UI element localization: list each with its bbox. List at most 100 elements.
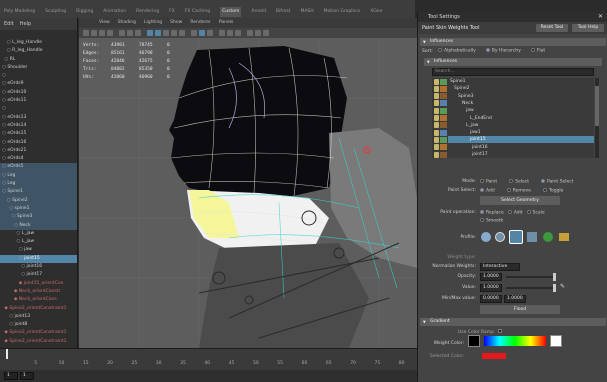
outliner-item[interactable]: ○: [0, 72, 77, 80]
mode-paint-select-radio[interactable]: Paint Select: [541, 179, 573, 185]
outliner-item[interactable]: ○ eOrds9: [0, 80, 77, 88]
outliner-item[interactable]: ○: [0, 105, 77, 113]
lock-icon[interactable]: [434, 78, 439, 85]
mode-paint-radio[interactable]: Paint: [480, 179, 497, 185]
custom-brush-icon[interactable]: [543, 232, 553, 242]
sort-alphabetically-radio[interactable]: Alphabetically: [438, 48, 476, 54]
normalize-weights-select[interactable]: Interactive: [480, 263, 520, 271]
lock-camera-icon[interactable]: [91, 30, 97, 36]
outliner-item[interactable]: ○ eOrds5: [0, 163, 77, 172]
paint-op-replace-radio[interactable]: Replace: [480, 210, 504, 216]
mode-select-radio[interactable]: Select: [509, 179, 529, 185]
flood-button[interactable]: Flood: [480, 305, 560, 314]
lock-icon[interactable]: [434, 122, 439, 129]
outliner-item[interactable]: ◆ Spine2_orientConstraint1: [0, 329, 77, 337]
shelf-tab-arnold[interactable]: Arnold: [251, 7, 266, 17]
influence-color-swatch[interactable]: [440, 144, 447, 151]
influence-color-swatch[interactable]: [440, 107, 447, 114]
color-mgmt-icon[interactable]: [263, 30, 269, 36]
viewport-menu-renderer[interactable]: Renderer: [190, 20, 211, 26]
outliner-item[interactable]: ○ L_jaw: [0, 238, 77, 246]
outliner-item[interactable]: ◆ joint15_orientCon: [0, 280, 77, 288]
exposure-icon[interactable]: [255, 30, 261, 36]
min-value-field[interactable]: 0.0000: [480, 295, 502, 303]
outliner-item[interactable]: ○ joint17: [0, 271, 77, 279]
influence-color-swatch[interactable]: [440, 100, 447, 107]
outliner-item[interactable]: ○ Spine3: [0, 213, 77, 222]
shelf-tab-mash[interactable]: MASH: [300, 7, 313, 17]
outliner-item[interactable]: ○ joint15: [0, 254, 77, 264]
playback-start-field[interactable]: 1: [20, 372, 34, 380]
radio-button[interactable]: [530, 48, 535, 52]
outliner-item[interactable]: ○ eOrds16: [0, 139, 77, 147]
influence-color-swatch[interactable]: [440, 136, 447, 143]
viewport-menu-panels[interactable]: Panels: [219, 20, 233, 26]
gradient-section-header[interactable]: Gradient: [420, 318, 606, 326]
reset-tool-button[interactable]: Reset Tool: [536, 24, 568, 32]
shelf-tab-sculpting[interactable]: Sculpting: [45, 7, 66, 17]
radio-button[interactable]: [480, 210, 484, 214]
opacity-slider-knob[interactable]: [553, 273, 556, 281]
outliner-item[interactable]: ○ Neck: [0, 221, 77, 230]
lock-icon[interactable]: [434, 85, 439, 92]
value-field[interactable]: 1.0000: [480, 284, 502, 292]
start-frame-field[interactable]: 1: [4, 372, 18, 380]
radio-button[interactable]: [438, 48, 442, 52]
current-time-marker[interactable]: [6, 349, 8, 359]
outliner-item[interactable]: ○ Spine2: [0, 196, 77, 205]
select-camera-icon[interactable]: [83, 30, 89, 36]
influence-item[interactable]: L_jaw: [448, 122, 594, 129]
weight-color-ramp[interactable]: [484, 336, 546, 346]
influence-item[interactable]: jaw1: [448, 129, 594, 136]
outliner-item[interactable]: ○ joint8: [0, 321, 77, 329]
motion-blur-icon[interactable]: [235, 30, 241, 36]
influence-item[interactable]: L_EndEnd: [448, 115, 594, 122]
tool-help-button[interactable]: Tool Help: [572, 24, 604, 32]
shelf-tab-bifrost[interactable]: Bifrost: [276, 7, 291, 17]
outliner-item[interactable]: ○ eOrds4: [0, 155, 77, 163]
grid-icon[interactable]: [119, 30, 125, 36]
radio-button[interactable]: [480, 179, 484, 183]
outliner-item[interactable]: ○ eOrds11: [0, 97, 77, 105]
film-gate-icon[interactable]: [127, 30, 133, 36]
outliner-menu-edit[interactable]: Edit: [4, 21, 14, 27]
influence-color-swatch[interactable]: [440, 129, 447, 136]
outliner-item[interactable]: ○ eOrds14: [0, 122, 77, 130]
influence-item[interactable]: Neck: [448, 100, 594, 107]
outliner-item[interactable]: ◆ Spine2_orientConstraint1: [0, 305, 77, 313]
outliner-item[interactable]: ○ Spine1: [0, 188, 77, 197]
soft-brush-icon[interactable]: [495, 232, 505, 242]
close-icon[interactable]: ✕: [598, 13, 603, 20]
xray-joints-icon[interactable]: [199, 30, 205, 36]
influence-color-swatch[interactable]: [440, 122, 447, 129]
radio-button[interactable]: [526, 210, 531, 214]
viewport-menu-view[interactable]: View: [99, 20, 110, 26]
outliner-item[interactable]: ○ jaw: [0, 246, 77, 254]
outliner-item[interactable]: ○ joint13: [0, 313, 77, 321]
aa-icon[interactable]: [219, 30, 225, 36]
shelf-tab-poly-modeling[interactable]: Poly Modeling: [4, 7, 35, 17]
influence-item[interactable]: Spine1: [448, 78, 594, 85]
bookmarks-icon[interactable]: [99, 30, 105, 36]
lock-icon[interactable]: [434, 115, 439, 121]
paint-op-smooth-radio[interactable]: Smooth: [480, 217, 503, 223]
weight-color-black-swatch[interactable]: [468, 335, 480, 347]
wireframe-icon[interactable]: [147, 30, 153, 36]
eyedropper-icon[interactable]: ✎: [560, 283, 566, 290]
use-color-ramp[interactable]: Use Color Ramp: [458, 329, 503, 335]
influence-color-swatch[interactable]: [440, 78, 447, 85]
influence-search-input[interactable]: Search...: [432, 68, 594, 76]
value-slider-knob[interactable]: [553, 284, 556, 292]
ao-icon[interactable]: [227, 30, 233, 36]
square-brush-icon[interactable]: [527, 232, 537, 242]
influence-color-swatch[interactable]: [440, 93, 447, 100]
textured-icon[interactable]: [163, 30, 169, 36]
viewport-menu-shading[interactable]: Shading: [118, 20, 136, 26]
influence-color-swatch[interactable]: [440, 151, 447, 158]
radio-button[interactable]: [480, 217, 484, 222]
viewport-menu-show[interactable]: Show: [170, 20, 182, 26]
radio-button[interactable]: [542, 188, 547, 192]
radio-button[interactable]: [485, 48, 490, 52]
outliner-item[interactable]: ○ L_jaw: [0, 230, 77, 238]
sort-flat-radio[interactable]: Flat: [530, 48, 545, 54]
